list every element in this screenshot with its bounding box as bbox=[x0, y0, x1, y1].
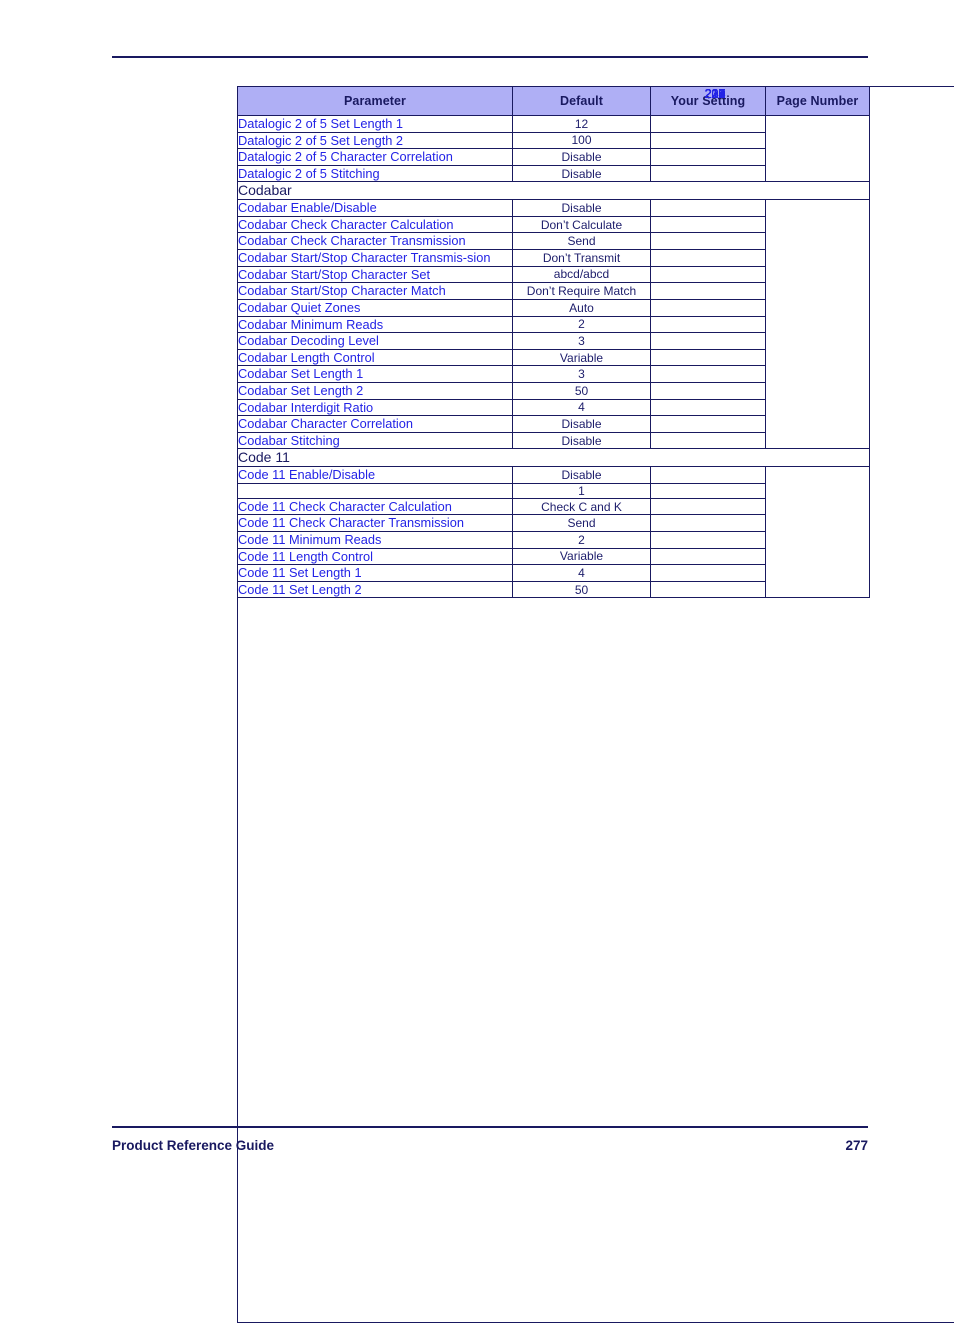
header-rule bbox=[112, 56, 868, 58]
parameter-table: Parameter Default Your Setting Page Numb… bbox=[237, 86, 954, 1323]
footer-title: Product Reference Guide bbox=[112, 1137, 275, 1153]
document-page: Parameter Default Your Setting Page Numb… bbox=[0, 0, 954, 1323]
table-row: Code 11 Set Length 2 50 238 bbox=[237, 86, 954, 1323]
footer-page-number: 277 bbox=[845, 1137, 868, 1153]
table-body: Datalogic 2 of 5 Set Length 1 12 205 Datalo… bbox=[237, 86, 954, 1323]
parameter-table-container: Parameter Default Your Setting Page Numb… bbox=[237, 86, 954, 1323]
footer-rule bbox=[112, 1126, 868, 1128]
page-footer: Product Reference Guide 277 bbox=[112, 1135, 868, 1155]
